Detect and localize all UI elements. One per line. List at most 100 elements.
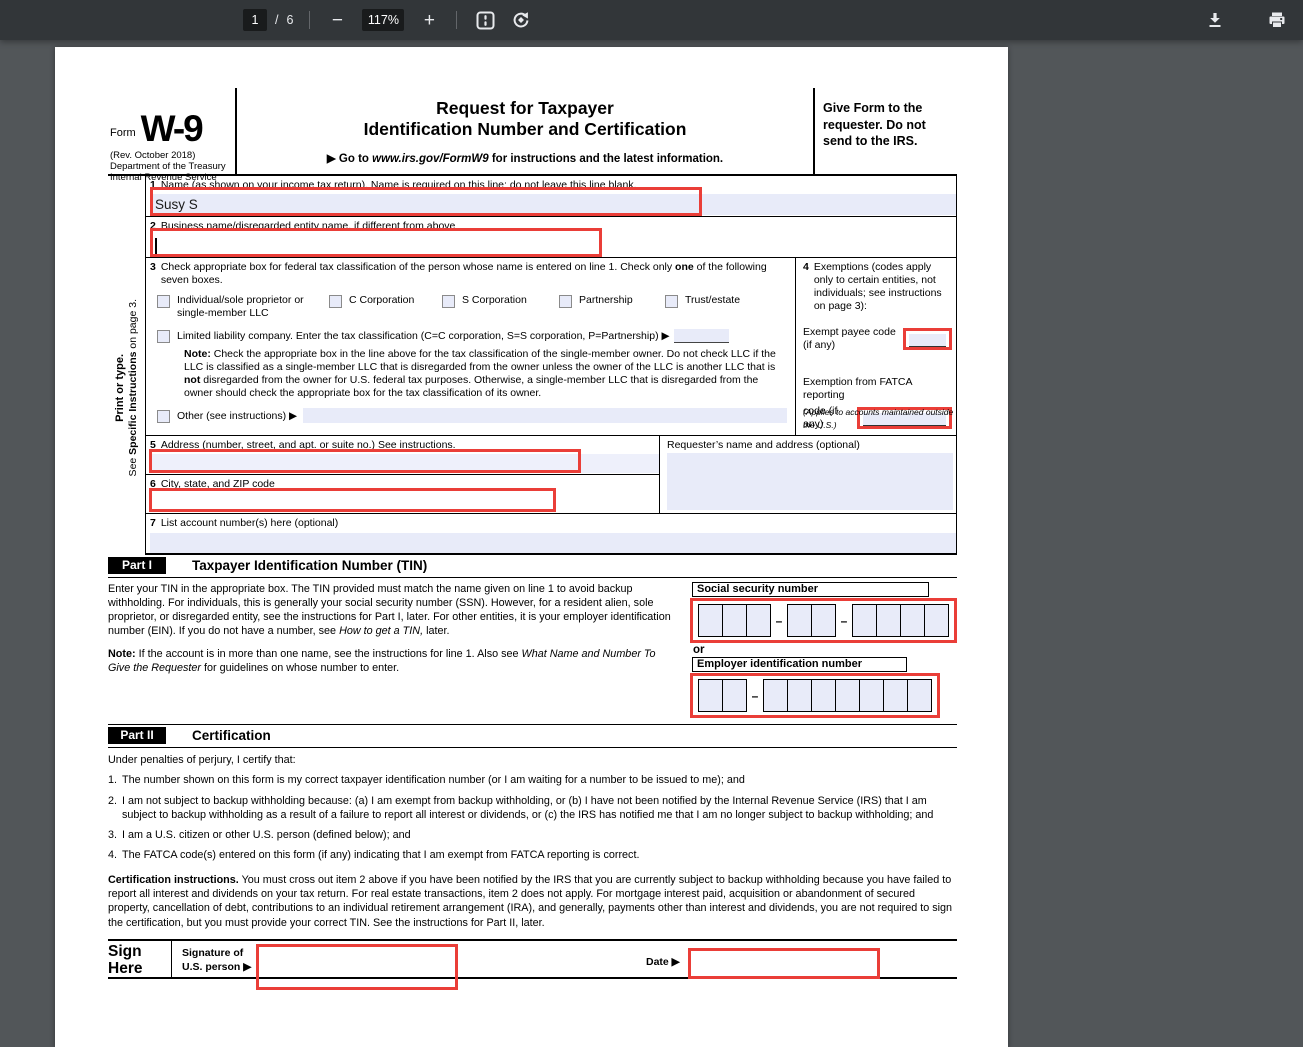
tin-boxes-column: Social security number – – or Employer i… [681,582,957,718]
requester-field[interactable] [667,453,953,510]
line1-row: 1 Name (as shown on your income tax retu… [146,176,956,217]
ein-field[interactable]: – [690,673,940,718]
page-number-input[interactable]: 1 [243,9,267,31]
address-field-highlight [149,449,581,473]
fit-page-icon[interactable] [473,6,497,34]
requester-label: Requester’s name and address (optional) [667,439,860,451]
llc-checkbox[interactable] [157,330,170,343]
ein-cell [883,679,908,712]
signature-field[interactable] [256,943,458,990]
line7-number: 7 [150,517,156,529]
sign-here-row: Sign Here Signature of U.S. person ▶ Dat… [108,938,957,990]
name-field-highlight [150,187,702,216]
arrow-icon: ▶ [326,153,339,165]
individual-checkbox[interactable] [157,295,170,308]
form-revision: (Rev. October 2018) [110,150,196,161]
ssn-group-1 [698,604,771,637]
llc-classification-field[interactable] [673,329,729,343]
certification-item: 3. I am a U.S. citizen or other U.S. per… [108,828,957,842]
ssn-field[interactable]: – – [690,598,957,643]
checkbox-item-c-corp: C Corporation [329,294,442,319]
line3-column: 3 Check appropriate box for federal tax … [146,258,796,435]
certification-instructions: Certification instructions. You must cro… [108,873,953,929]
other-label: Other (see instructions) ▶ [177,409,298,422]
individual-checkbox-label: Individual/sole proprietor or single-mem… [177,294,304,319]
ein-dash: – [751,688,759,703]
ein-label-box: Employer identification number [692,657,907,672]
tax-classification-checkboxes: Individual/sole proprietor or single-mem… [157,294,789,319]
exempt-payee-field[interactable] [903,328,952,350]
toolbar-divider [456,11,458,29]
date-field[interactable] [687,947,880,979]
line7-row: 7 List account number(s) here (optional) [146,514,956,555]
ssn-dash: – [775,613,783,628]
city-state-zip-field-highlight [149,488,556,512]
llc-note: Note: Check the appropriate box in the l… [184,348,776,399]
ssn-group-3 [852,604,949,637]
line4-column: 4 Exemptions (codes apply only to certai… [796,258,956,435]
ein-cell [907,679,932,712]
ssn-cell [698,604,723,637]
llc-row: Limited liability company. Enter the tax… [157,329,789,343]
page-total: 6 [286,13,294,27]
fatca-label-line1: Exemption from FATCA reporting [803,376,912,401]
certification-intro: Under penalties of perjury, I certify th… [108,754,296,766]
part1-badge: Part I [108,557,166,574]
c-corporation-checkbox-label: C Corporation [349,294,415,306]
part1-text-column: Enter your TIN in the appropriate box. T… [108,582,681,718]
item-text: I am not subject to backup withholding b… [122,794,934,821]
goto-post: for instructions and the latest informat… [488,153,724,165]
c-corporation-checkbox[interactable] [329,295,342,308]
form-department: Department of the Treasury [110,161,226,172]
s-corporation-checkbox[interactable] [442,295,455,308]
ssn-cell [787,604,812,637]
line7-label-text: List account number(s) here (optional) [160,517,339,529]
form-title: Request for Taxpayer Identification Numb… [237,98,813,140]
signature-label: Signature of U.S. person ▶ [172,941,256,977]
ein-cell [835,679,860,712]
form-fields-area: Print or type. See Specific Instructions… [114,176,957,555]
ein-cell [722,679,747,712]
zoom-out-button[interactable]: − [326,6,348,34]
other-row: Other (see instructions) ▶ [157,408,787,423]
item-text: The FATCA code(s) entered on this form (… [122,849,640,862]
goto-pre: Go to [338,153,373,165]
line2-row: 2 Business name/disregarded entity name,… [146,217,956,258]
pdf-toolbar: 1 / 6 − 117% + [0,0,1303,40]
zoom-in-button[interactable]: + [418,6,440,34]
ssn-cell [722,604,747,637]
partnership-checkbox[interactable] [559,295,572,308]
form-title-line2: Identification Number and Certification [363,119,687,139]
part2-heading: Part II Certification [108,725,957,748]
print-or-type-label: Print or type. [114,354,126,422]
line4-number: 4 [803,261,809,273]
s-corporation-checkbox-label: S Corporation [462,294,527,306]
other-checkbox[interactable] [157,409,170,423]
item-number: 3. [108,829,118,842]
see-instructions-label: See Specific Instructions on page 3. [127,299,139,477]
trust-estate-checkbox[interactable] [665,295,678,308]
other-field[interactable] [303,408,787,423]
applies-note: (Applies to accounts maintained outside … [803,407,954,430]
part1-paragraph: Enter your TIN in the appropriate box. T… [108,583,671,637]
line4-label: 4 Exemptions (codes apply only to certai… [803,261,952,313]
ssn-label-box: Social security number [692,582,929,597]
item-text: The number shown on this form is my corr… [122,774,745,787]
business-name-field-highlight [150,228,602,257]
line6-row: 6 City, state, and ZIP code [146,475,659,513]
line7-label: 7 List account number(s) here (optional) [150,517,956,530]
form-header: Form W-9 (Rev. October 2018) Department … [108,88,957,183]
checkbox-item-trust: Trust/estate [665,294,740,319]
account-numbers-field[interactable] [150,533,956,553]
ssn-cell [900,604,925,637]
form-number: W-9 [140,108,204,149]
ssn-dash: – [840,613,848,628]
rotate-icon[interactable] [509,6,533,34]
download-icon[interactable] [1203,6,1227,34]
print-icon[interactable] [1265,6,1289,34]
signature-label-line1: Signature of [182,946,244,959]
item-number: 1. [108,774,118,787]
ssn-cell [876,604,901,637]
line3-number: 3 [150,261,156,273]
item-number: 2. [108,794,118,807]
